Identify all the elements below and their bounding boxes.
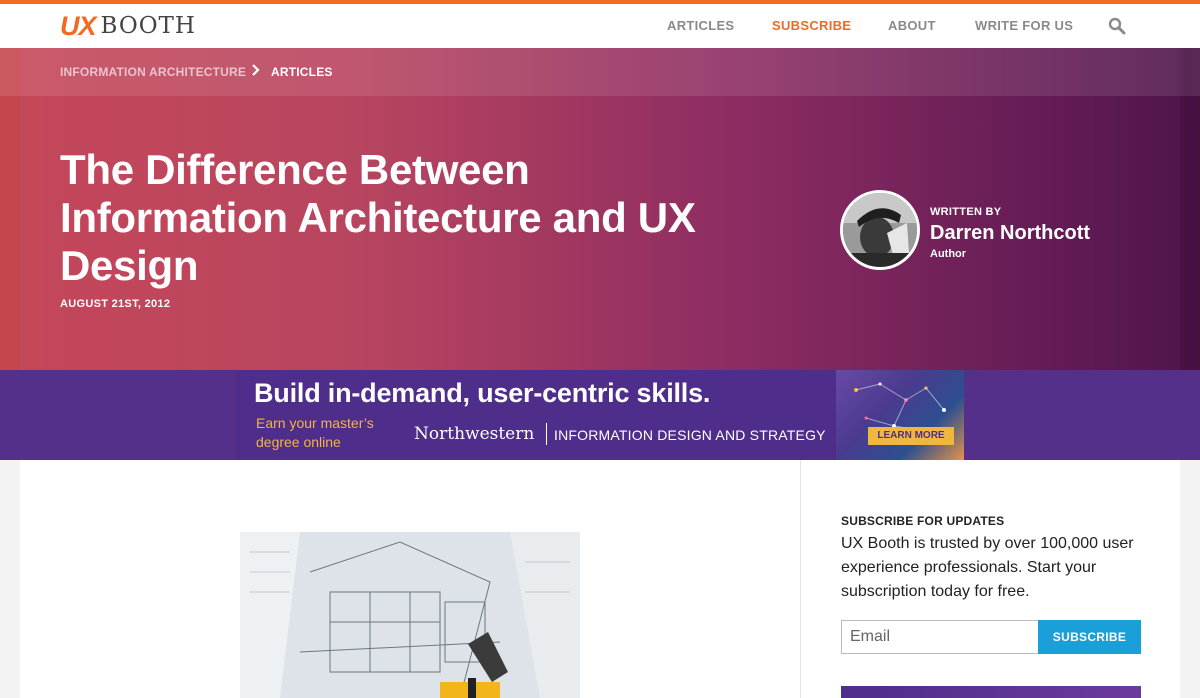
breadcrumb: INFORMATION ARCHITECTURE ARTICLES [0, 48, 1200, 96]
breadcrumb-current: ARTICLES [271, 65, 333, 79]
ad-divider [546, 423, 547, 445]
article-hero: INFORMATION ARCHITECTURE ARTICLES The Di… [0, 48, 1200, 370]
author-role: Author [930, 248, 967, 260]
subscribe-button[interactable]: SUBSCRIBE [1038, 620, 1141, 654]
subscribe-description: UX Booth is trusted by over 100,000 user… [841, 535, 1134, 600]
banner-ad[interactable]: Build in-demand, user-centric skills. Ea… [236, 370, 964, 460]
subscribe-heading: SUBSCRIBE FOR UPDATES [841, 514, 1005, 528]
nav-about[interactable]: ABOUT [888, 18, 936, 33]
logo-mark: UX [60, 10, 97, 41]
article-hero-image [240, 532, 580, 698]
hero-edge-left [0, 48, 20, 370]
ad-graphic [836, 370, 964, 460]
sidebar: SUBSCRIBE FOR UPDATES UX Booth is truste… [800, 460, 1180, 698]
nav-articles[interactable]: ARTICLES [667, 18, 734, 33]
author-name-link[interactable]: Darren Northcott [930, 222, 1090, 245]
chevron-right-icon [252, 64, 260, 76]
ad-school-name: Northwestern [414, 424, 535, 444]
article-content [20, 460, 800, 698]
author-avatar[interactable] [840, 190, 920, 270]
breadcrumb-category-link[interactable]: INFORMATION ARCHITECTURE [60, 65, 246, 79]
author-photo [843, 193, 917, 267]
nav-write-for-us[interactable]: WRITE FOR US [975, 18, 1073, 33]
hero-edge-right [1180, 48, 1200, 370]
nav-subscribe[interactable]: SUBSCRIBE [772, 18, 851, 33]
ad-subline: Earn your master’s degree online [256, 415, 374, 450]
written-by-label: WRITTEN BY [930, 206, 1002, 218]
publish-date: AUGUST 21ST, 2012 [60, 298, 171, 310]
ad-learn-more-button[interactable]: LEARN MORE [868, 427, 954, 445]
site-header: UX BOOTH ARTICLES SUBSCRIBE ABOUT WRITE … [0, 4, 1200, 48]
sidebar-ad[interactable] [841, 686, 1141, 698]
ad-headline: Build in-demand, user-centric skills. [254, 378, 711, 408]
page-title: The Difference Between Information Archi… [60, 146, 696, 289]
search-icon[interactable] [1108, 17, 1126, 35]
email-field[interactable] [841, 620, 1039, 654]
site-logo[interactable]: UX BOOTH [60, 11, 196, 41]
logo-wordmark: BOOTH [100, 13, 196, 39]
ad-program-name: INFORMATION DESIGN AND STRATEGY [554, 427, 826, 443]
ad-band: Build in-demand, user-centric skills. Ea… [0, 370, 1200, 460]
